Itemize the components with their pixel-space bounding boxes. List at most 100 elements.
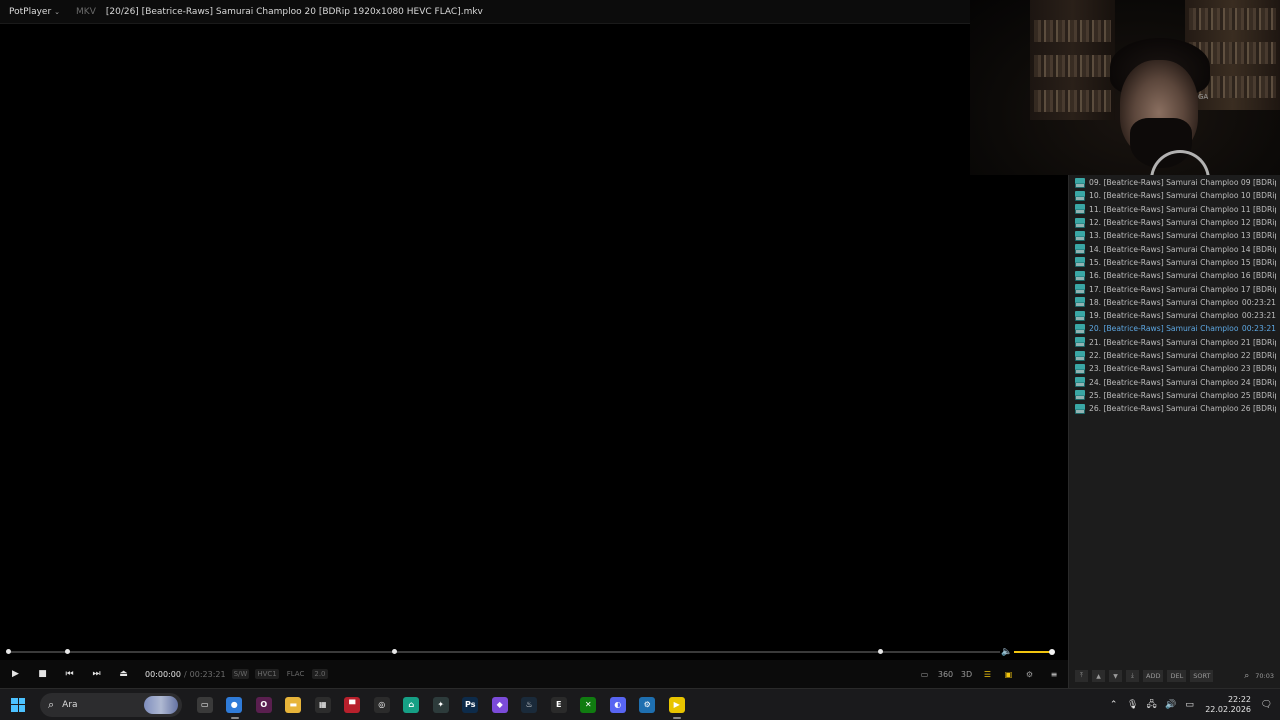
- playlist-item[interactable]: 09. [Beatrice-Raws] Samurai Champloo 09 …: [1069, 176, 1280, 189]
- playlist-item[interactable]: 16. [Beatrice-Raws] Samurai Champloo 16 …: [1069, 269, 1280, 282]
- playlist-item[interactable]: 24. [Beatrice-Raws] Samurai Champloo 24 …: [1069, 375, 1280, 388]
- chevron-up-icon[interactable]: ⌃: [1104, 700, 1123, 710]
- play-button[interactable]: ▶: [2, 660, 29, 688]
- decoder-badge[interactable]: S/W: [231, 669, 250, 679]
- network-icon[interactable]: 🖧: [1142, 697, 1161, 713]
- video-codec-badge[interactable]: HVC1: [255, 669, 279, 679]
- office-taskbar-button[interactable]: ◆: [485, 689, 515, 720]
- channels-badge[interactable]: 2.0: [312, 669, 328, 679]
- playlist-item-name: 23. [Beatrice-Raws] Samurai Champloo 23 …: [1089, 364, 1276, 374]
- search-highlight-image: [144, 695, 178, 714]
- chrome-icon: ●: [226, 696, 243, 713]
- seek-handle[interactable]: [5, 649, 11, 654]
- photoshop-icon: Ps: [462, 696, 479, 713]
- discord-taskbar-button[interactable]: ◐: [603, 689, 633, 720]
- next-button[interactable]: ⏭: [83, 660, 110, 688]
- xbox-taskbar-button[interactable]: ✕: [574, 689, 604, 720]
- eject-button[interactable]: ⏏: [110, 660, 137, 688]
- total-time[interactable]: 00:23:21: [190, 670, 226, 679]
- potplayer-taskbar-button[interactable]: ▶: [662, 689, 692, 720]
- microphone-icon[interactable]: 🎙: [1123, 700, 1142, 710]
- volume-handle[interactable]: [1049, 649, 1055, 655]
- start-button[interactable]: [0, 689, 36, 720]
- speaker-icon[interactable]: 🔊: [1161, 700, 1180, 710]
- app-red-taskbar-button[interactable]: ▀: [338, 689, 368, 720]
- microsoft-store-taskbar-button[interactable]: ▦: [308, 689, 338, 720]
- task-view-taskbar-button[interactable]: ▭: [190, 689, 220, 720]
- chapter-marker[interactable]: [878, 649, 884, 654]
- hevc-file-icon: [1075, 337, 1085, 348]
- playlist-item[interactable]: 18. [Beatrice-Raws] Samurai Champloo 18.…: [1069, 296, 1280, 309]
- playlist-total-time: 70:03: [1255, 672, 1274, 680]
- battery-icon[interactable]: ▭: [1180, 700, 1199, 710]
- photoshop-taskbar-button[interactable]: Ps: [456, 689, 486, 720]
- playlist-item[interactable]: 10. [Beatrice-Raws] Samurai Champloo 10 …: [1069, 189, 1280, 202]
- seek-track[interactable]: [8, 651, 1000, 653]
- app-green-icon: ⌂: [403, 696, 420, 713]
- playlist-item[interactable]: 20. [Beatrice-Raws] Samurai Champloo 20.…: [1069, 322, 1280, 335]
- windows-logo-icon: [11, 697, 25, 712]
- playlist-item[interactable]: 26. [Beatrice-Raws] Samurai Champloo 26 …: [1069, 402, 1280, 415]
- playlist-item-name: 24. [Beatrice-Raws] Samurai Champloo 24 …: [1089, 377, 1276, 387]
- yellow-note-icon[interactable]: ▣: [998, 660, 1019, 688]
- volume-icon[interactable]: 🔈: [1001, 647, 1012, 657]
- playlist-item[interactable]: 19. [Beatrice-Raws] Samurai Champloo 19.…: [1069, 309, 1280, 322]
- move-down-icon[interactable]: ▼: [1109, 670, 1122, 682]
- opera-gx-icon: O: [255, 696, 272, 713]
- 3d-icon[interactable]: 3D: [956, 660, 977, 688]
- move-bottom-icon[interactable]: ⤓: [1126, 670, 1139, 682]
- playlist-search-icon[interactable]: ☰: [977, 660, 998, 688]
- chrome-taskbar-button[interactable]: ●: [220, 689, 250, 720]
- control-bar: ▶ ■ ⏮ ⏭ ⏏ 00:00:00 / 00:23:21 S/W HVC1 F…: [0, 660, 1068, 688]
- settings-icon[interactable]: ⚙: [1019, 660, 1040, 688]
- search-icon[interactable]: ⌕: [1244, 671, 1249, 681]
- epic-games-taskbar-button[interactable]: E: [544, 689, 574, 720]
- search-icon: ⌕: [48, 697, 55, 711]
- opera-gx-taskbar-button[interactable]: O: [249, 689, 279, 720]
- playlist-item[interactable]: 11. [Beatrice-Raws] Samurai Champloo 11 …: [1069, 203, 1280, 216]
- file-explorer-taskbar-button[interactable]: ▬: [279, 689, 309, 720]
- delete-button[interactable]: DEL: [1167, 670, 1187, 682]
- taskbar-search[interactable]: ⌕ Ara: [40, 692, 182, 717]
- playlist-item[interactable]: 14. [Beatrice-Raws] Samurai Champloo 14 …: [1069, 242, 1280, 255]
- move-up-icon[interactable]: ▲: [1092, 670, 1105, 682]
- sort-button[interactable]: SORT: [1190, 670, 1214, 682]
- chapter-marker[interactable]: [392, 649, 398, 654]
- volume-slider[interactable]: [1014, 651, 1052, 653]
- 360-icon[interactable]: 360: [935, 660, 956, 688]
- app-blue-taskbar-button[interactable]: ⚙: [633, 689, 663, 720]
- hevc-file-icon: [1075, 363, 1085, 374]
- obs-taskbar-button[interactable]: ◎: [367, 689, 397, 720]
- playlist-item-name: 17. [Beatrice-Raws] Samurai Champloo 17 …: [1089, 284, 1276, 294]
- playlist-item-name: 12. [Beatrice-Raws] Samurai Champloo 12 …: [1089, 218, 1276, 228]
- screen-icon[interactable]: ▭: [914, 660, 935, 688]
- playlist-item[interactable]: 13. [Beatrice-Raws] Samurai Champloo 13 …: [1069, 229, 1280, 242]
- playlist-item[interactable]: 12. [Beatrice-Raws] Samurai Champloo 12 …: [1069, 216, 1280, 229]
- playlist-item-duration: 00:23:21: [1241, 311, 1276, 321]
- app-green-taskbar-button[interactable]: ⌂: [397, 689, 427, 720]
- app-menu-button[interactable]: PotPlayer ⌄: [0, 7, 66, 17]
- title-bar: PotPlayer ⌄ MKV [20/26] [Beatrice-Raws] …: [0, 0, 970, 24]
- seek-bar[interactable]: 🔈: [0, 644, 1068, 660]
- playlist-item[interactable]: 21. [Beatrice-Raws] Samurai Champloo 21 …: [1069, 336, 1280, 349]
- clock[interactable]: 22:22 22.02.2026: [1205, 695, 1251, 715]
- steam-taskbar-button[interactable]: ♨: [515, 689, 545, 720]
- playlist-item[interactable]: 22. [Beatrice-Raws] Samurai Champloo 22 …: [1069, 349, 1280, 362]
- playlist-item-name: 11. [Beatrice-Raws] Samurai Champloo 11 …: [1089, 204, 1276, 214]
- chapter-marker[interactable]: [65, 649, 71, 654]
- playlist-item[interactable]: 23. [Beatrice-Raws] Samurai Champloo 23 …: [1069, 362, 1280, 375]
- audio-codec-badge[interactable]: FLAC: [285, 669, 307, 679]
- playlist-item[interactable]: 17. [Beatrice-Raws] Samurai Champloo 17 …: [1069, 282, 1280, 295]
- previous-button[interactable]: ⏮: [56, 660, 83, 688]
- webcam-label: GA: [1198, 93, 1209, 101]
- playlist-item[interactable]: 15. [Beatrice-Raws] Samurai Champloo 15 …: [1069, 256, 1280, 269]
- notification-icon[interactable]: 🗨: [1257, 700, 1276, 710]
- move-top-icon[interactable]: ⤒: [1075, 670, 1088, 682]
- add-button[interactable]: ADD: [1143, 670, 1164, 682]
- app-dark-taskbar-button[interactable]: ✦: [426, 689, 456, 720]
- menu-icon[interactable]: ≡: [1040, 660, 1068, 688]
- video-area[interactable]: [0, 24, 1068, 644]
- stop-button[interactable]: ■: [29, 660, 56, 688]
- playlist-item[interactable]: 25. [Beatrice-Raws] Samurai Champloo 25 …: [1069, 389, 1280, 402]
- current-time[interactable]: 00:00:00: [145, 670, 181, 679]
